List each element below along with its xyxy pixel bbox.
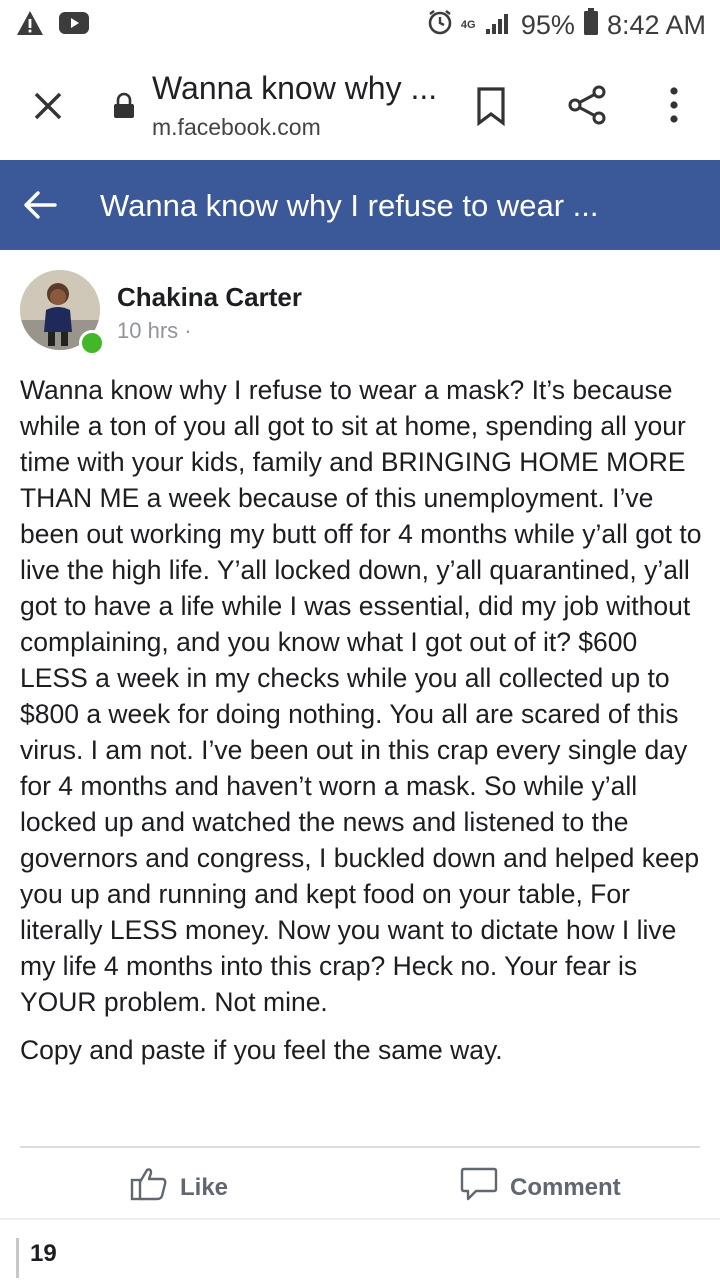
reaction-count[interactable]: 19 (30, 1240, 57, 1268)
battery-icon (583, 8, 599, 43)
divider (16, 1238, 19, 1278)
post-body: Wanna know why I refuse to wear a mask? … (20, 372, 706, 1068)
post-actions: Like Comment (0, 1148, 720, 1218)
page-header: Wanna know why I refuse to wear ... (0, 160, 720, 250)
status-bar: 4G 95% 8:42 AM (0, 0, 720, 52)
youtube-icon (58, 11, 90, 40)
post-header: Chakina Carter 10 hrs · (0, 250, 720, 360)
like-label: Like (180, 1173, 229, 1201)
more-vert-icon[interactable] (664, 84, 684, 131)
like-button[interactable]: Like (130, 1166, 228, 1209)
post-text-footer: Copy and paste if you feel the same way. (20, 1035, 503, 1065)
post-time[interactable]: 10 hrs · (117, 318, 192, 344)
back-arrow-icon[interactable] (22, 188, 58, 227)
reaction-summary: 19 (0, 1218, 720, 1282)
bookmark-icon[interactable] (474, 86, 508, 131)
lock-icon (112, 92, 136, 125)
share-icon[interactable] (566, 84, 608, 131)
page-title: Wanna know why I refuse to wear ... (100, 188, 599, 223)
comment-button[interactable]: Comment (460, 1166, 621, 1209)
browser-toolbar: Wanna know why ... m.facebook.com (0, 52, 720, 160)
clock: 8:42 AM (606, 10, 706, 40)
author-name[interactable]: Chakina Carter (117, 282, 302, 313)
warning-icon (16, 10, 44, 41)
tab-title: Wanna know why ... (152, 70, 438, 106)
close-icon[interactable] (28, 86, 68, 126)
post-text: Wanna know why I refuse to wear a mask? … (20, 375, 702, 1017)
signal-icon (485, 9, 513, 42)
network-label: 4G (460, 19, 476, 31)
url-text[interactable]: m.facebook.com (152, 114, 321, 141)
battery-percent: 95% (520, 10, 575, 40)
alarm-icon (427, 9, 453, 42)
comment-icon (460, 1166, 498, 1209)
online-status-dot (79, 330, 105, 356)
comment-label: Comment (510, 1173, 621, 1201)
thumbs-up-icon (130, 1166, 168, 1209)
